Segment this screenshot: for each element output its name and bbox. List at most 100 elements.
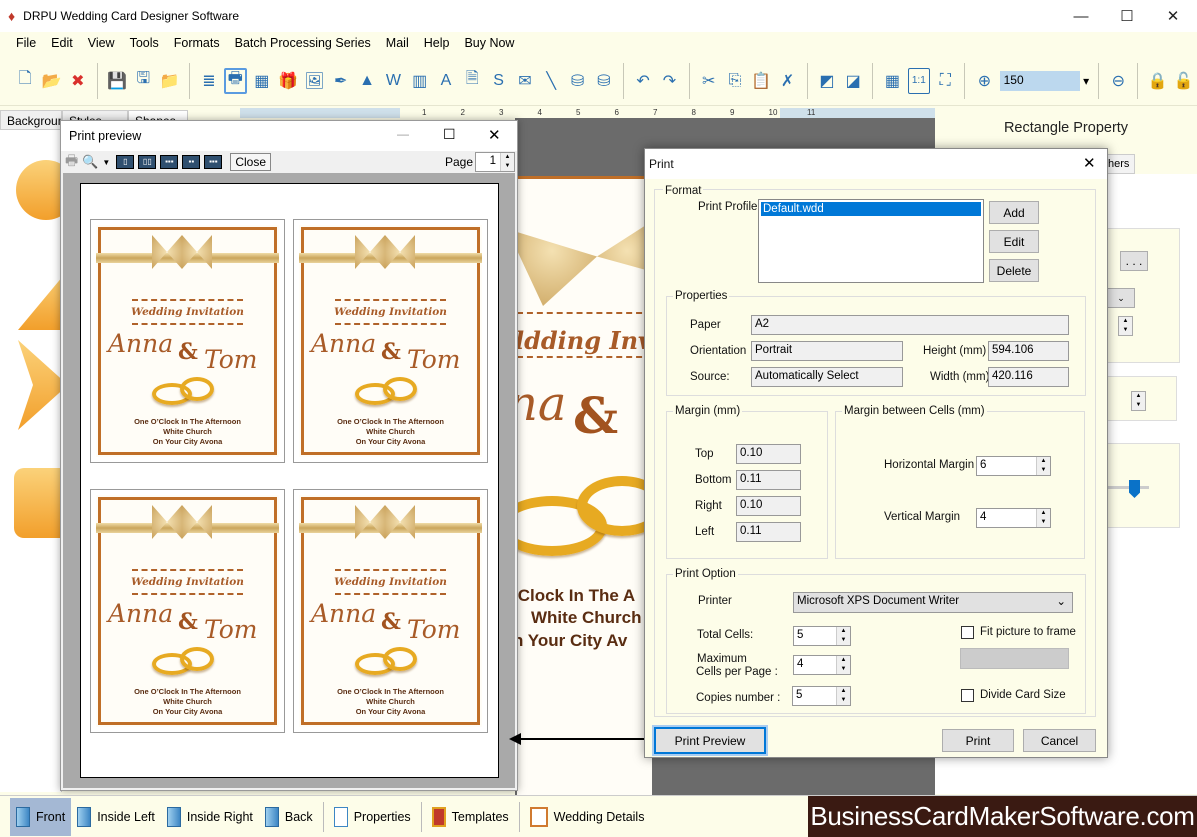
- minimize-icon[interactable]: —: [1058, 0, 1104, 32]
- lock-icon[interactable]: 🔒: [1146, 68, 1168, 94]
- zoom-dropdown-icon[interactable]: ▾: [1083, 74, 1089, 88]
- add-button[interactable]: Add: [989, 201, 1039, 224]
- source-field[interactable]: Automatically Select: [751, 367, 903, 387]
- cancel-button[interactable]: Cancel: [1023, 729, 1096, 752]
- undo-icon[interactable]: ↶: [632, 68, 654, 94]
- close-icon[interactable]: ✕: [1083, 154, 1096, 172]
- print-button[interactable]: Print: [942, 729, 1014, 752]
- tab-background[interactable]: Background: [0, 110, 62, 130]
- delete-icon[interactable]: ✗: [776, 68, 798, 94]
- text-icon[interactable]: A: [435, 68, 457, 94]
- paper-field[interactable]: A2: [751, 315, 1069, 335]
- zoom-in-icon[interactable]: ⊕: [973, 68, 995, 94]
- zoom-level-input[interactable]: 150: [999, 70, 1081, 91]
- zoom-icon[interactable]: 🔍: [82, 154, 98, 170]
- gift-icon[interactable]: 🎁: [277, 68, 299, 94]
- three-pages-icon[interactable]: ▪▪▪: [160, 155, 179, 169]
- spinner-arrows[interactable]: ▲ ▼: [836, 627, 850, 645]
- canvas-card[interactable]: ldding Invi na& ’Clock In The A White Churc…: [517, 176, 652, 801]
- spinner-arrows[interactable]: ▲ ▼: [1036, 457, 1050, 475]
- left-field[interactable]: 0.11: [736, 522, 801, 542]
- minimize-icon[interactable]: —: [397, 127, 409, 141]
- text-box-icon[interactable]: 🗎: [461, 68, 483, 94]
- menu-batch-processing[interactable]: Batch Processing Series: [235, 36, 371, 50]
- horizontal-margin-spinner[interactable]: 6 ▲ ▼: [976, 456, 1051, 476]
- paste-icon[interactable]: 📋: [750, 68, 772, 94]
- close-icon[interactable]: ✕: [488, 126, 501, 144]
- tab-front[interactable]: Front: [10, 797, 72, 836]
- tab-others[interactable]: hers: [1105, 154, 1135, 174]
- tab-wedding-details[interactable]: Wedding Details: [524, 798, 651, 836]
- tab-properties[interactable]: Properties: [328, 798, 417, 836]
- edit-button[interactable]: Edit: [989, 230, 1039, 253]
- height-field[interactable]: 594.106: [988, 341, 1069, 361]
- menu-help[interactable]: Help: [424, 36, 450, 50]
- total-cells-spinner[interactable]: 5 ▲ ▼: [793, 626, 851, 646]
- slider-track[interactable]: [1107, 486, 1149, 489]
- barcode-icon[interactable]: ▥: [409, 68, 431, 94]
- tab-inside-left[interactable]: Inside Left: [71, 798, 161, 836]
- width-field[interactable]: 420.116: [988, 367, 1069, 387]
- line-icon[interactable]: ╲: [540, 68, 562, 94]
- background-icon[interactable]: ▦: [251, 68, 273, 94]
- four-pages-icon[interactable]: ▪▪: [182, 155, 201, 169]
- signature-icon[interactable]: ✒: [330, 68, 352, 94]
- shapes-icon[interactable]: ▲: [356, 68, 378, 94]
- database-2-icon[interactable]: ⛁: [593, 68, 615, 94]
- spinner[interactable]: ▲ ▼: [1118, 316, 1133, 336]
- menu-edit[interactable]: Edit: [51, 36, 73, 50]
- symbol-icon[interactable]: S: [487, 68, 509, 94]
- open-icon[interactable]: 📂: [40, 68, 62, 94]
- bottom-field[interactable]: 0.11: [736, 470, 801, 490]
- maximize-icon[interactable]: ☐: [1104, 0, 1150, 32]
- close-icon[interactable]: ✕: [1150, 0, 1196, 32]
- orientation-field[interactable]: Portrait: [751, 341, 903, 361]
- two-pages-icon[interactable]: ▯▯: [138, 155, 157, 169]
- grid-icon[interactable]: ▦: [881, 68, 903, 94]
- spinner-arrows[interactable]: ▲ ▼: [836, 656, 850, 674]
- menu-tools[interactable]: Tools: [130, 36, 159, 50]
- tab-templates[interactable]: Templates: [426, 798, 515, 836]
- top-field[interactable]: 0.10: [736, 444, 801, 464]
- max-cells-spinner[interactable]: 4 ▲ ▼: [793, 655, 851, 675]
- spinner-2[interactable]: ▲ ▼: [1131, 391, 1146, 411]
- tab-back[interactable]: Back: [259, 798, 319, 836]
- fit-window-icon[interactable]: ⛶: [934, 68, 956, 94]
- export-icon[interactable]: 📁: [159, 68, 181, 94]
- image-icon[interactable]: 🖼: [303, 68, 325, 94]
- redo-icon[interactable]: ↷: [658, 68, 680, 94]
- menu-file[interactable]: File: [16, 36, 36, 50]
- cut-icon[interactable]: ✂: [698, 68, 720, 94]
- copies-spinner[interactable]: 5 ▲ ▼: [792, 686, 851, 706]
- print-icon[interactable]: 🖶: [224, 67, 247, 94]
- actual-size-icon[interactable]: 1:1: [907, 67, 931, 94]
- copy-icon[interactable]: ⎘: [724, 68, 746, 94]
- right-field[interactable]: 0.10: [736, 496, 801, 516]
- menu-view[interactable]: View: [88, 36, 115, 50]
- spinner-arrows[interactable]: ▲ ▼: [1036, 509, 1050, 527]
- bring-front-icon[interactable]: ◩: [816, 68, 838, 94]
- wordart-icon[interactable]: W: [382, 68, 404, 94]
- chevron-down-icon[interactable]: ▼: [102, 158, 110, 167]
- send-back-icon[interactable]: ◪: [842, 68, 864, 94]
- dropdown[interactable]: ⌄: [1107, 288, 1135, 308]
- maximize-icon[interactable]: ☐: [443, 126, 456, 143]
- save-icon[interactable]: 💾: [106, 68, 128, 94]
- tab-inside-right[interactable]: Inside Right: [161, 798, 259, 836]
- save-as-icon[interactable]: 🖫: [132, 68, 154, 94]
- close-button[interactable]: Close: [230, 153, 272, 171]
- browse-button[interactable]: . . .: [1120, 251, 1148, 271]
- profile-list[interactable]: Default.wdd: [758, 199, 984, 283]
- unlock-icon[interactable]: 🔓: [1173, 68, 1195, 94]
- six-pages-icon[interactable]: ▪▪▪: [204, 155, 223, 169]
- printer-select[interactable]: Microsoft XPS Document Writer ⌄: [793, 592, 1073, 613]
- vertical-margin-spinner[interactable]: 4 ▲ ▼: [976, 508, 1051, 528]
- menu-buy-now[interactable]: Buy Now: [464, 36, 514, 50]
- database-icon[interactable]: ⛁: [566, 68, 588, 94]
- email-icon[interactable]: ✉: [514, 68, 536, 94]
- properties-icon[interactable]: ≣: [198, 68, 220, 94]
- print-preview-button[interactable]: Print Preview: [654, 727, 766, 754]
- menu-formats[interactable]: Formats: [174, 36, 220, 50]
- menu-mail[interactable]: Mail: [386, 36, 409, 50]
- profile-item[interactable]: Default.wdd: [761, 202, 981, 216]
